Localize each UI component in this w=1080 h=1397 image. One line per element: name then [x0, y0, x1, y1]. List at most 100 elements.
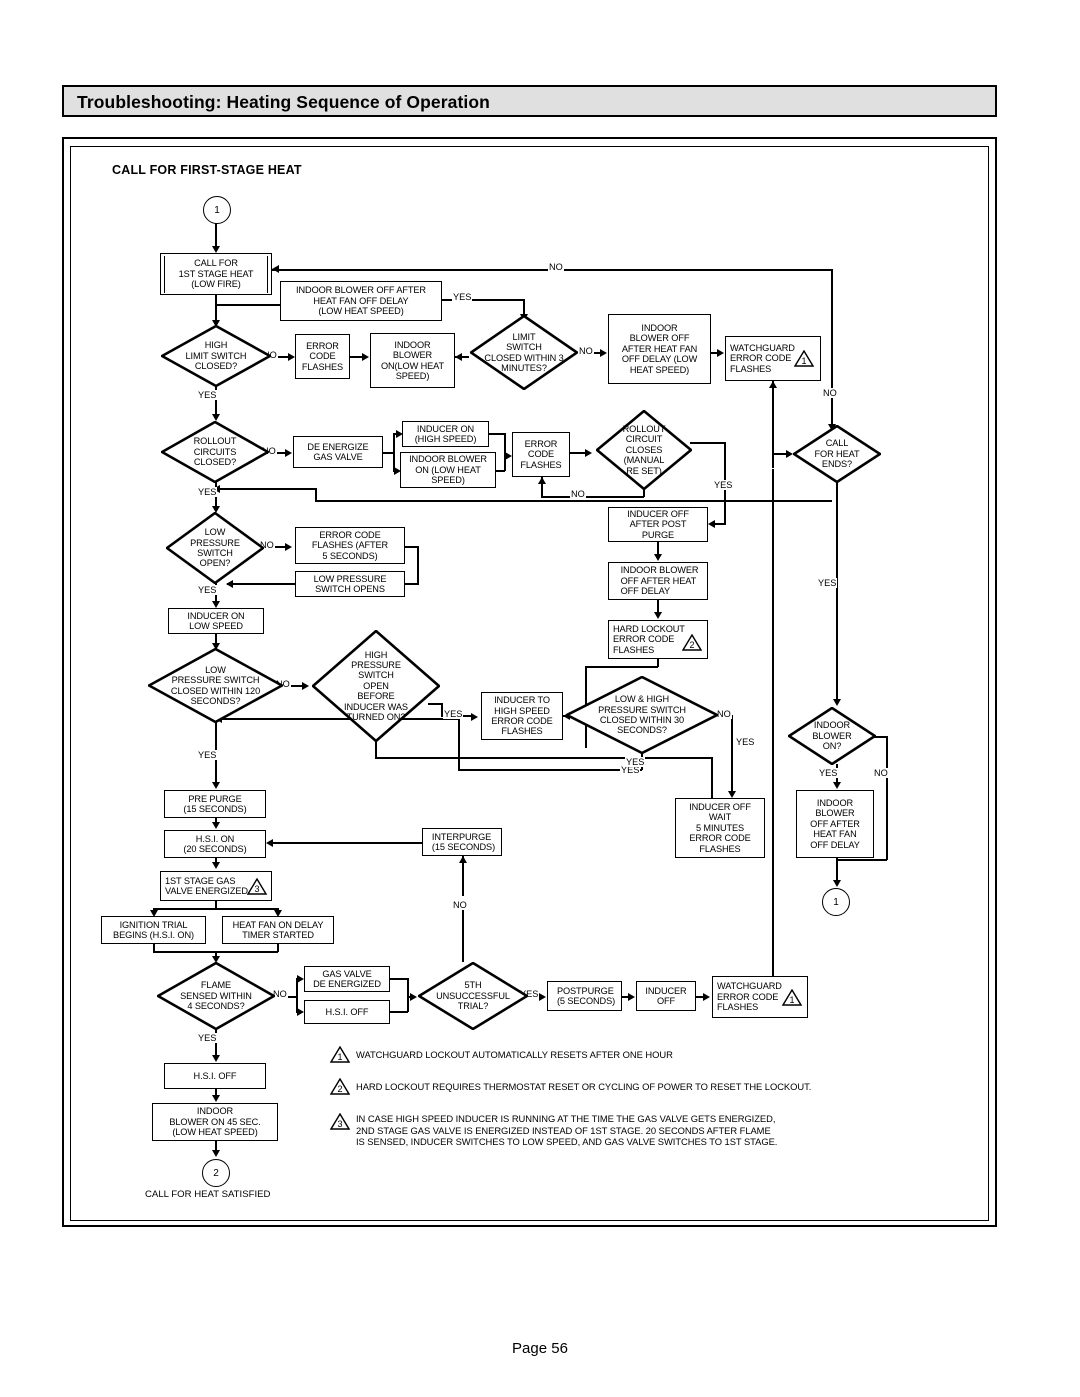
edge-label-yes-branch: YES	[735, 737, 756, 747]
arrow-left	[455, 352, 462, 361]
node-inducer-off-after-post-purge: INDUCER OFF AFTER POST PURGE	[608, 507, 708, 542]
edge-label-yes-flame: YES	[197, 1033, 218, 1043]
node-ignition-trial-begins: IGNITION TRIAL BEGINS (H.S.I. ON)	[101, 916, 206, 944]
edge-label-yes-limit: YES	[452, 292, 473, 302]
node-indoor-blower-off-after-heat-fan-off-delay: INDOOR BLOWER OFF AFTER HEAT FAN OFF DEL…	[796, 790, 874, 858]
edge-hardlock-left	[585, 666, 658, 668]
edge-hps-bottom-v	[375, 740, 377, 758]
footnote-2-text: HARD LOCKOUT REQUIRES THERMOSTAT RESET O…	[356, 1081, 812, 1092]
node-high-limit-switch-closed: HIGH LIMIT SWITCH CLOSED?	[161, 325, 271, 387]
edge-label-yes-lpso: YES	[197, 585, 218, 595]
svg-text:1: 1	[338, 1052, 343, 1062]
footnote-3-text: IN CASE HIGH SPEED INDUCER IS RUNNING AT…	[356, 1113, 778, 1148]
node-call-for-heat-ends: CALL FOR HEAT ENDS?	[793, 425, 881, 483]
node-indoor-blower-off-after-heatfan-delay-low: INDOOR BLOWER OFF AFTER HEAT FAN OFF DEL…	[608, 314, 711, 384]
warning-triangle-icon: 3	[247, 878, 267, 895]
edge-label-no-ibon: NO	[873, 768, 889, 778]
node-watchguard-error-code-flashes-1: WATCHGUARD ERROR CODE FLASHES 1	[725, 336, 821, 381]
arrow-down	[653, 612, 662, 619]
node-limit-switch-closed-3-minutes: LIMIT SWITCH CLOSED WITHIN 3 MINUTES?	[470, 315, 578, 390]
node-interpurge: INTERPURGE (15 SECONDS)	[422, 828, 502, 856]
arrow-down	[211, 1095, 220, 1102]
diamond-label: LIMIT SWITCH CLOSED WITHIN 3 MINUTES?	[484, 331, 564, 373]
document-page: Troubleshooting: Heating Sequence of Ope…	[0, 0, 1080, 1397]
edge-lhps-no-v	[731, 715, 733, 793]
arrow-down	[727, 791, 736, 798]
section-heading: CALL FOR FIRST-STAGE HEAT	[112, 163, 302, 177]
arrow-right	[717, 348, 724, 357]
edge-label-yes-callheat: YES	[817, 578, 838, 588]
diamond-label: LOW PRESSURE SWITCH CLOSED WITHIN 120 SE…	[170, 664, 261, 706]
node-postpurge: POSTPURGE (5 SECONDS)	[547, 981, 622, 1011]
node-call-for-1st-stage-heat: CALL FOR 1ST STAGE HEAT (LOW FIRE)	[160, 253, 272, 295]
arrow-down	[211, 1150, 220, 1157]
arrow-right	[471, 712, 478, 721]
arrow-right	[505, 451, 512, 460]
edge-label-yes-rollout-circuit: YES	[713, 480, 734, 490]
node-error-code-flashes-2: ERROR CODE FLASHES	[512, 432, 570, 477]
edge-inducer-high-out	[489, 433, 505, 435]
arrow-right	[297, 1007, 304, 1016]
arrow-right	[285, 448, 292, 457]
arrow-right	[288, 352, 295, 361]
edge-ibon-no-v	[886, 736, 888, 860]
warning-triangle-icon: 1	[782, 989, 802, 1006]
node-rollout-circuits-closed: ROLLOUT CIRCUITS CLOSED?	[161, 421, 269, 483]
edge-call-to-highlimit	[215, 295, 217, 323]
arrow-up	[537, 477, 546, 484]
arrow-left	[272, 265, 279, 273]
node-low-high-pressure-switch-closed-30-seconds: LOW & HIGH PRESSURE SWITCH CLOSED WITHIN…	[566, 676, 718, 754]
edge-trial-no-v	[462, 908, 464, 962]
node-hsi-on-20-seconds: H.S.I. ON (20 SECONDS)	[164, 830, 266, 858]
edge-feedback-long	[315, 500, 832, 502]
node-low-pressure-switch-open: LOW PRESSURE SWITCH OPEN?	[166, 512, 264, 584]
edge-ibon-no-back	[836, 859, 887, 861]
diamond-label: LOW & HIGH PRESSURE SWITCH CLOSED WITHIN…	[598, 694, 686, 736]
svg-text:3: 3	[255, 884, 260, 894]
page-title: Troubleshooting: Heating Sequence of Ope…	[77, 92, 490, 112]
arrow-right	[703, 992, 710, 1001]
edge-label-yes-lps120: YES	[197, 750, 218, 760]
diamond-label: HIGH LIMIT SWITCH CLOSED?	[185, 340, 247, 372]
node-gas-valve-de-energized: GAS VALVE DE ENERGIZED	[304, 966, 390, 992]
edge-err5-to-lpso	[405, 583, 419, 585]
node-high-pressure-switch-open-before-inducer: HIGH PRESSURE SWITCH OPEN BEFORE INDUCER…	[312, 630, 440, 742]
arrow-right	[285, 542, 292, 551]
arrow-down	[653, 554, 662, 561]
warning-triangle-icon: 3	[330, 1113, 350, 1130]
svg-text:1: 1	[790, 995, 795, 1005]
footnote-3: 3 IN CASE HIGH SPEED INDUCER IS RUNNING …	[330, 1111, 930, 1148]
diamond-label: CALL FOR HEAT ENDS?	[814, 438, 860, 470]
node-indoor-blower-on-low-heat: INDOOR BLOWER ON (LOW HEAT SPEED)	[400, 452, 496, 488]
node-low-pressure-switch-opens: LOW PRESSURE SWITCH OPENS	[295, 571, 405, 597]
edge-lhps-yes-up	[458, 718, 460, 770]
connector-start-1: 1	[203, 196, 231, 224]
diamond-label: FLAME SENSED WITHIN 4 SECONDS?	[180, 980, 252, 1012]
node-indoor-blower-off-heatfan-delay: INDOOR BLOWER OFF AFTER HEAT FAN OFF DEL…	[280, 281, 442, 321]
edge-hps-bottom-h	[375, 757, 712, 759]
edge-interpurge-to-hsi	[268, 842, 422, 844]
warning-triangle-icon: 1	[794, 350, 814, 367]
svg-text:2: 2	[338, 1084, 343, 1094]
arrow-down	[832, 699, 841, 706]
arrow-down	[211, 862, 220, 869]
arrow-down	[211, 1055, 220, 1062]
edge-label-yes-hps: YES	[443, 709, 464, 719]
edge-label-yes-ibon: YES	[818, 768, 839, 778]
arrow-down	[211, 822, 220, 829]
node-hard-lockout-error-code-flashes: HARD LOCKOUT ERROR CODE FLASHES 2	[608, 620, 708, 659]
footnote-1-text: WATCHGUARD LOCKOUT AUTOMATICALLY RESETS …	[356, 1049, 673, 1060]
arrow-up	[768, 381, 777, 388]
page-title-bar: Troubleshooting: Heating Sequence of Ope…	[62, 85, 997, 117]
warning-triangle-icon: 1	[330, 1046, 350, 1063]
warning-triangle-icon: 2	[330, 1078, 350, 1095]
edge-err5-down	[417, 546, 419, 584]
node-de-energize-gas-valve: DE ENERGIZE GAS VALVE	[293, 436, 383, 468]
edge-label-no-top: NO	[548, 262, 564, 272]
arrow-down	[832, 782, 841, 789]
node-inducer-off-wait-5-minutes: INDUCER OFF WAIT 5 MINUTES ERROR CODE FL…	[675, 798, 765, 858]
arrow-right	[297, 974, 304, 983]
arrow-left	[266, 838, 273, 847]
edge-no-top-down	[831, 269, 833, 427]
node-indoor-blower-off-after-heat-off-delay: INDOOR BLOWER OFF AFTER HEAT OFF DELAY	[608, 562, 708, 600]
